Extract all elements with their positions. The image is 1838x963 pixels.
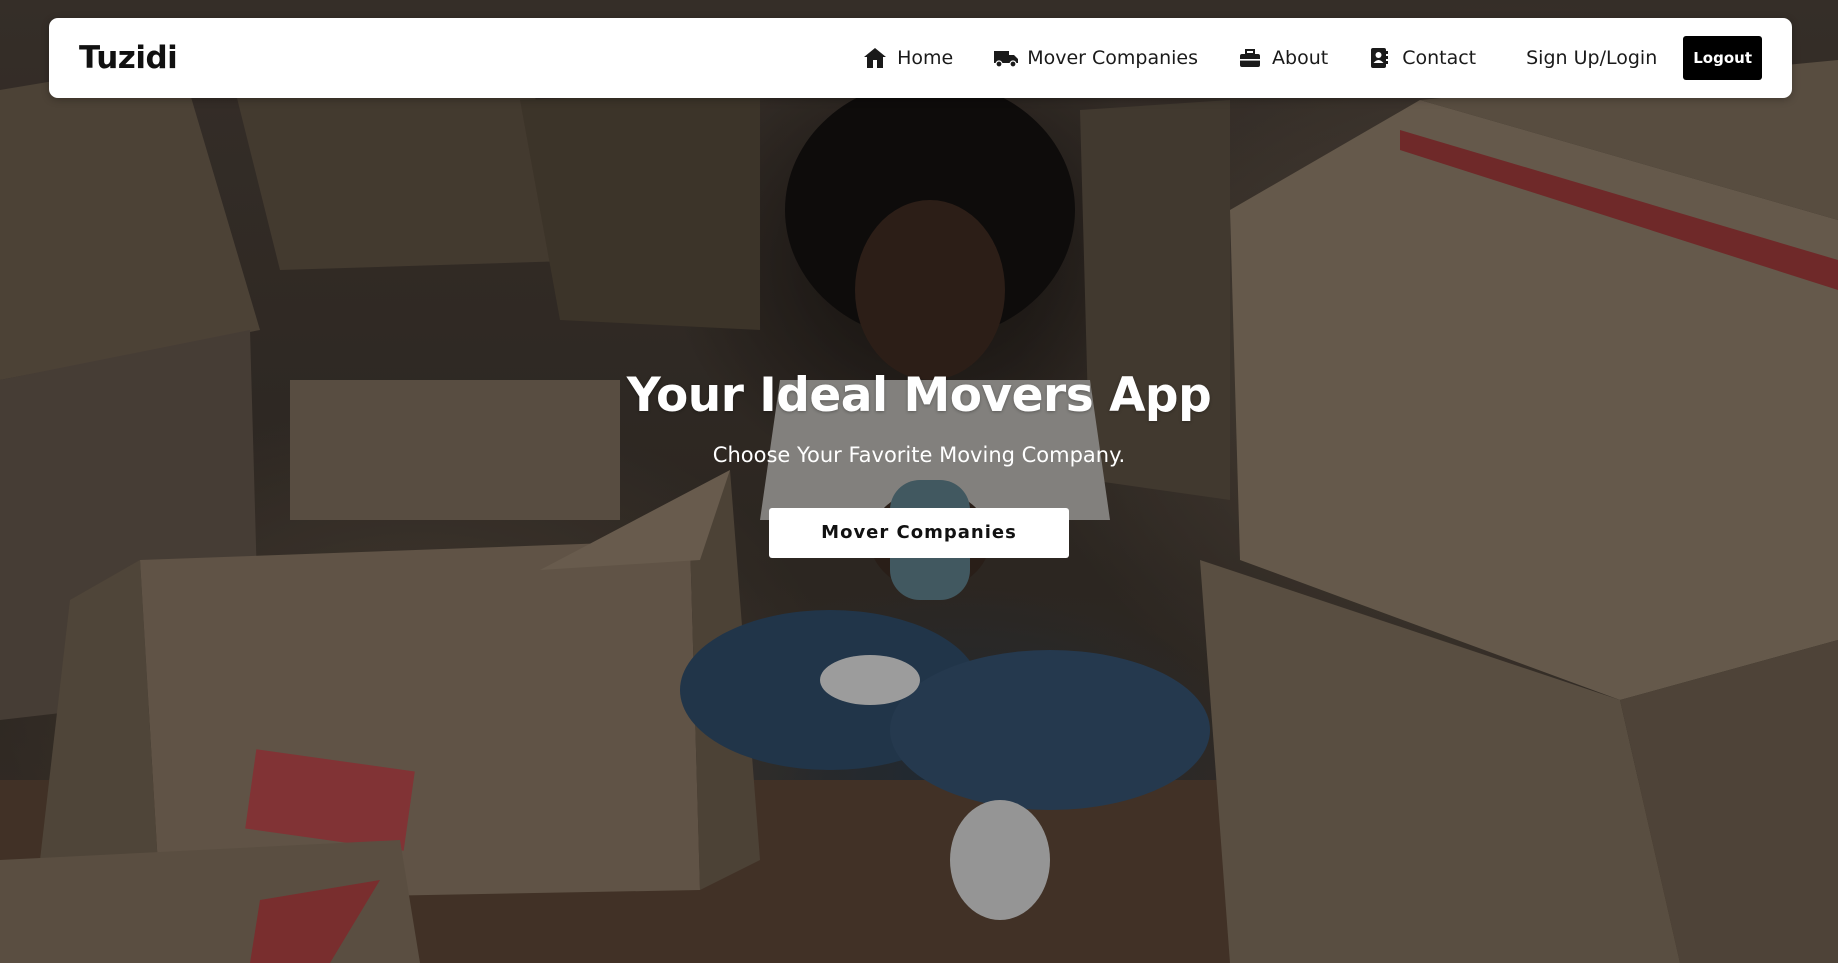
- hero-content: Your Ideal Movers App Choose Your Favori…: [0, 360, 1838, 558]
- nav-item-about[interactable]: About: [1238, 47, 1328, 69]
- navbar: Tuzidi Home Mover Companies About Contac…: [49, 18, 1792, 98]
- nav-item-about-label: About: [1272, 47, 1329, 69]
- logout-button[interactable]: Logout: [1683, 36, 1762, 80]
- nav-links: Home Mover Companies About Contact Sign …: [823, 18, 1762, 98]
- truck-icon: [993, 47, 1019, 69]
- nav-item-contact-label: Contact: [1402, 47, 1477, 69]
- mover-companies-cta-button[interactable]: Mover Companies: [769, 508, 1069, 558]
- nav-item-home-label: Home: [897, 47, 954, 69]
- nav-item-contact[interactable]: Contact: [1368, 47, 1476, 69]
- brand-logo[interactable]: Tuzidi: [79, 18, 178, 98]
- signup-login-link[interactable]: Sign Up/Login: [1526, 47, 1657, 69]
- nav-item-mover-companies[interactable]: Mover Companies: [993, 47, 1198, 69]
- hero-section: Your Ideal Movers App Choose Your Favori…: [0, 0, 1838, 963]
- hero-subtitle: Choose Your Favorite Moving Company.: [712, 443, 1126, 467]
- briefcase-icon: [1238, 47, 1262, 69]
- nav-item-mover-companies-label: Mover Companies: [1027, 47, 1199, 69]
- hero-title: Your Ideal Movers App: [626, 368, 1212, 423]
- nav-item-home[interactable]: Home: [863, 47, 953, 69]
- address-book-icon: [1368, 47, 1392, 69]
- house-icon: [863, 47, 887, 69]
